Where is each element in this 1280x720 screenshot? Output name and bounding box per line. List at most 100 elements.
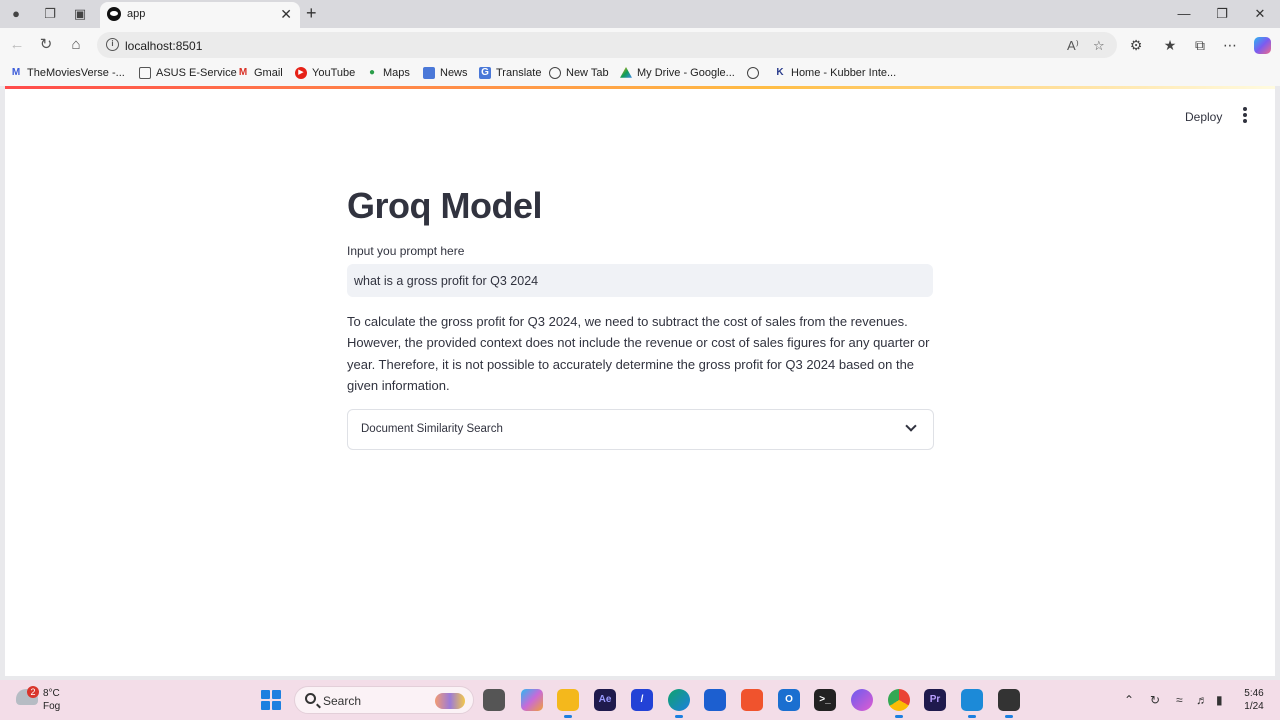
bookmarks-bar: M TheMoviesVerse -... ASUS E-Service M Gma… — [0, 62, 1280, 86]
terminal-icon[interactable]: >_ — [814, 689, 836, 711]
globe-icon — [549, 67, 561, 79]
app-page: Deploy Groq Model Input you prompt here … — [5, 89, 1275, 676]
start-button[interactable] — [261, 690, 281, 710]
collections-icon[interactable]: ⧉ — [1191, 37, 1209, 53]
prompt-input-label: Input you prompt here — [347, 244, 465, 258]
bookmark-gmail[interactable]: M Gmail — [237, 67, 283, 79]
bookmark-maps[interactable]: ● Maps — [366, 67, 410, 79]
clock-time: 5:46 — [1244, 688, 1264, 699]
close-tab-icon[interactable]: ✕ — [280, 6, 292, 23]
weather-condition: Fog — [43, 701, 61, 712]
kubber-icon: K — [776, 67, 784, 78]
bookmark-drive[interactable]: My Drive - Google... — [620, 67, 735, 79]
edge-browser-icon[interactable] — [668, 689, 690, 718]
bookmark-news[interactable]: News — [423, 67, 468, 79]
refresh-button[interactable]: ↻ — [37, 37, 55, 53]
bookmark-label: YouTube — [312, 67, 356, 79]
bookmark-globe[interactable] — [747, 67, 764, 79]
bookmark-moviesverse[interactable]: M TheMoviesVerse -... — [10, 67, 125, 79]
news-icon — [423, 67, 435, 79]
bookmark-label: My Drive - Google... — [637, 67, 735, 79]
bookmark-label: Home - Kubber Inte... — [791, 67, 897, 79]
new-tab-button[interactable]: + — [306, 3, 317, 24]
minimize-button[interactable]: — — [1174, 6, 1194, 21]
deploy-button[interactable]: Deploy — [1185, 110, 1222, 124]
page-title: Groq Model — [347, 185, 543, 226]
read-aloud-icon[interactable]: A⁾ — [1067, 38, 1079, 54]
volume-icon[interactable]: ♬ — [1196, 693, 1208, 707]
bookmark-label: Translate — [496, 67, 542, 79]
favorites-icon[interactable]: ★ — [1161, 37, 1179, 53]
windows-taskbar: 2 8°C Fog Search Ae / O >_ Pr ⌃ ↻ ≈ ♬ ▮ … — [0, 680, 1280, 720]
task-view-icon[interactable] — [483, 689, 505, 711]
bookmark-label: New Tab — [566, 67, 609, 79]
folder-icon — [139, 67, 151, 79]
clock-date: 1/24 — [1244, 701, 1264, 712]
translate-icon: G — [479, 67, 491, 79]
copilot-app-icon[interactable] — [521, 689, 543, 711]
temperature: 8°C — [43, 688, 60, 699]
outlook-icon[interactable]: O — [778, 689, 800, 711]
drive-icon — [620, 67, 632, 78]
bookmark-kubber[interactable]: K Home - Kubber Inte... — [774, 67, 896, 79]
bookmark-label: News — [440, 67, 468, 79]
globe-icon — [747, 67, 759, 79]
bookmark-translate[interactable]: G Translate — [479, 67, 541, 79]
bookmark-youtube[interactable]: ▶ YouTube — [295, 67, 355, 79]
gmail-icon: M — [238, 67, 248, 78]
document-similarity-expander[interactable]: Document Similarity Search — [347, 409, 934, 450]
command-prompt-icon[interactable] — [998, 689, 1020, 718]
prompt-input[interactable] — [347, 264, 933, 297]
vscode-icon[interactable] — [961, 689, 983, 718]
youtube-icon: ▶ — [295, 67, 307, 79]
file-explorer-icon[interactable] — [557, 689, 579, 718]
taskbar-search[interactable]: Search — [294, 686, 474, 714]
search-label: Search — [323, 694, 362, 708]
extensions-icon[interactable]: ⚙ — [1127, 37, 1145, 53]
map-pin-icon: ● — [368, 67, 376, 78]
after-effects-icon[interactable]: Ae — [594, 689, 616, 711]
more-menu-icon[interactable]: ⋯ — [1221, 37, 1239, 53]
copilot-icon[interactable] — [1254, 37, 1271, 54]
profile-icon[interactable]: ● — [8, 6, 24, 22]
home-button[interactable]: ⌂ — [67, 37, 85, 53]
url-text[interactable]: localhost:8501 — [125, 39, 202, 53]
chrome-icon[interactable] — [888, 689, 910, 718]
battery-icon[interactable]: ▮ — [1216, 693, 1223, 707]
premiere-pro-icon[interactable]: Pr — [924, 689, 946, 711]
search-icon — [305, 693, 316, 704]
bookmark-asus[interactable]: ASUS E-Service — [139, 67, 237, 79]
close-window-button[interactable]: ✕ — [1250, 6, 1270, 22]
search-highlight-icon — [435, 693, 465, 709]
brave-browser-icon[interactable] — [741, 689, 763, 711]
response-text: To calculate the gross profit for Q3 202… — [347, 314, 930, 393]
favorite-star-icon[interactable]: ☆ — [1093, 38, 1105, 54]
bookmark-label: Gmail — [254, 67, 283, 79]
address-toolbar: ← ↻ ⌂ i localhost:8501 A⁾ ☆ ⚙ ★ ⧉ ⋯ — [0, 28, 1280, 62]
address-bar[interactable]: i localhost:8501 A⁾ ☆ — [97, 32, 1117, 58]
site-info-icon[interactable]: i — [106, 38, 119, 51]
tab-actions-icon[interactable]: ▣ — [72, 6, 88, 22]
back-button[interactable]: ← — [8, 37, 26, 53]
notification-badge: 2 — [27, 686, 39, 698]
workspaces-icon[interactable]: ❐ — [42, 6, 58, 22]
microsoft-store-icon[interactable] — [704, 689, 726, 711]
show-hidden-icons-icon[interactable]: ⌃ — [1124, 693, 1134, 707]
system-clock[interactable]: 5:46 1/24 — [1242, 687, 1266, 713]
bookmark-label: Maps — [383, 67, 410, 79]
maximize-button[interactable]: ❐ — [1212, 6, 1232, 22]
expander-label: Document Similarity Search — [361, 423, 503, 435]
browser-titlebar: ● ❐ ▣ app ✕ + — ❐ ✕ — [0, 0, 1280, 28]
pen-app-icon[interactable]: / — [631, 689, 653, 711]
sync-icon[interactable]: ↻ — [1150, 693, 1160, 707]
browser-tab[interactable]: app ✕ — [100, 2, 300, 28]
bookmark-new-tab[interactable]: New Tab — [549, 67, 609, 79]
main-menu-icon[interactable] — [1241, 107, 1249, 123]
moviesverse-icon: M — [11, 67, 21, 78]
app-icon[interactable] — [851, 689, 873, 711]
chevron-down-icon[interactable] — [905, 420, 917, 432]
wifi-icon[interactable]: ≈ — [1176, 693, 1183, 707]
tab-title: app — [127, 8, 146, 20]
streamlit-favicon-icon — [107, 7, 121, 21]
bookmark-label: TheMoviesVerse -... — [27, 67, 125, 79]
